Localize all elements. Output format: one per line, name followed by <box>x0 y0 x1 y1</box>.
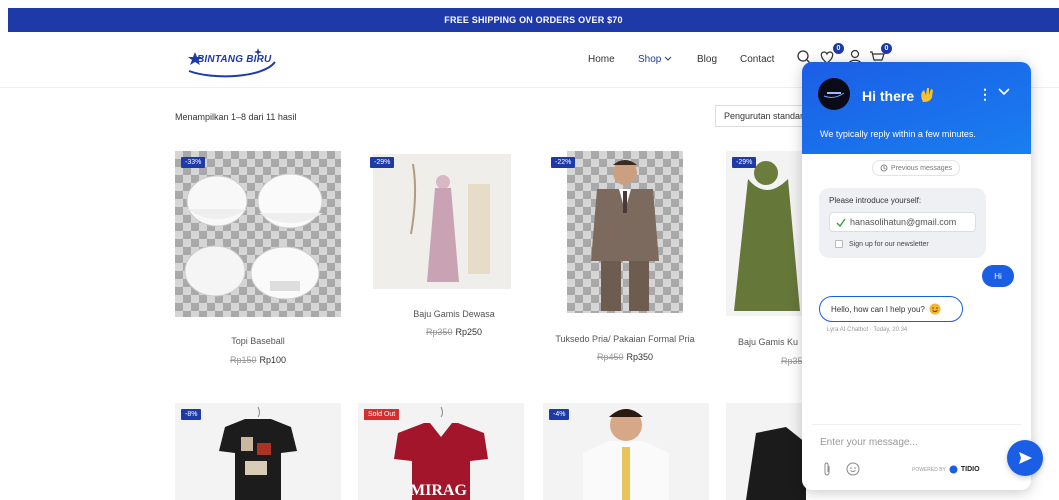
wishlist-count-badge: 0 <box>833 43 844 54</box>
discount-badge: -22% <box>551 157 576 168</box>
cart-count-badge: 0 <box>881 43 892 54</box>
minimize-chevron-icon[interactable] <box>998 88 1010 96</box>
product-name[interactable]: Baju Gamis Ku <box>738 337 798 347</box>
product-image[interactable] <box>726 151 804 316</box>
product-name[interactable]: Topi Baseball <box>175 336 341 346</box>
nav-shop-label: Shop <box>638 54 662 65</box>
bot-message-meta: Lyra AI Chatbot · Today, 20:34 <box>827 327 908 333</box>
old-price: Rp350 <box>425 327 453 337</box>
discount-badge: -29% <box>370 157 395 168</box>
product-card[interactable]: -33% Topi Baseball Rp150 Rp100 <box>175 151 341 371</box>
product-card[interactable]: Sold Out MIRAG <box>358 403 524 500</box>
bot-message-bubble: Hello, how can I help you? <box>819 296 963 322</box>
product-card[interactable]: -8% <box>175 403 341 500</box>
smile-emoji-icon <box>929 303 941 315</box>
powered-by[interactable]: POWERED BY TIDIO <box>912 465 980 474</box>
product-card[interactable]: -29% Baju Gamis Dewasa Rp350 Rp250 <box>364 151 524 351</box>
bot-message-text: Hello, how can I help you? <box>831 304 925 314</box>
sale-price: Rp250 <box>455 327 483 337</box>
message-input[interactable]: Enter your message... <box>820 437 918 448</box>
product-card[interactable]: -22% Tuksedo Pria/ Pakaian Formal Pria R… <box>545 151 715 366</box>
nav-shop[interactable]: Shop <box>638 54 672 65</box>
dark-garment-illustration <box>746 427 806 500</box>
chat-header: Hi there ⋮ We typically reply within a f… <box>802 62 1031 154</box>
emoji-icon[interactable] <box>846 462 860 476</box>
chat-avatar <box>818 78 850 110</box>
newsletter-option[interactable]: Sign up for our newsletter <box>835 240 929 248</box>
chevron-down-icon <box>664 56 672 61</box>
history-icon <box>880 164 888 172</box>
chat-title-text: Hi there <box>862 88 915 104</box>
sort-select[interactable]: Pengurutan standar <box>715 105 815 127</box>
gamis-kuning-illustration <box>734 161 800 311</box>
user-message-bubble: Hi <box>982 265 1014 287</box>
old-price: Rp35 <box>781 356 803 366</box>
caps-illustration <box>184 173 323 300</box>
product-image[interactable] <box>373 154 511 289</box>
chat-widget: Hi there ⋮ We typically reply within a f… <box>802 62 1031 490</box>
wave-hand-icon <box>921 88 934 102</box>
send-button[interactable] <box>1007 440 1043 476</box>
site-logo[interactable]: BINTANG BIRU <box>183 44 279 78</box>
gamis-illustration <box>373 154 511 289</box>
discount-badge: -29% <box>732 157 757 168</box>
old-price: Rp150 <box>229 355 257 365</box>
sale-price: Rp350 <box>626 352 654 362</box>
shipping-banner: FREE SHIPPING ON ORDERS OVER $70 <box>8 8 1059 32</box>
newsletter-label: Sign up for our newsletter <box>849 240 929 248</box>
powered-by-label: POWERED BY <box>912 466 946 473</box>
product-card[interactable] <box>726 403 806 500</box>
results-count: Menampilkan 1–8 dari 11 hasil <box>175 112 297 122</box>
discount-badge: -8% <box>181 409 202 420</box>
attachment-icon[interactable] <box>822 462 832 476</box>
old-price: Rp450 <box>596 352 624 362</box>
shirt-print-text: MIRAG <box>410 482 467 499</box>
chat-menu-button[interactable]: ⋮ <box>978 86 992 103</box>
chat-subtitle: We typically reply within a few minutes. <box>820 129 976 139</box>
nav-blog[interactable]: Blog <box>697 54 717 65</box>
chat-divider <box>812 424 1021 425</box>
sale-price: Rp100 <box>259 355 287 365</box>
product-price: Rp150 Rp100 <box>175 355 341 365</box>
nav-contact[interactable]: Contact <box>740 54 774 65</box>
sold-out-badge: Sold Out <box>364 409 400 420</box>
discount-badge: -4% <box>549 409 570 420</box>
product-price: Rp450 Rp350 <box>535 352 715 362</box>
product-card[interactable]: -4% <box>543 403 709 500</box>
email-value: hanasolihatun@gmail.com <box>850 217 957 227</box>
tidio-brand: TIDIO <box>960 466 980 473</box>
newsletter-checkbox[interactable] <box>835 240 843 248</box>
product-price: Rp350 Rp250 <box>364 327 544 337</box>
intro-form-card: Please introduce yourself: hanasolihatun… <box>819 188 986 258</box>
product-name[interactable]: Tuksedo Pria/ Pakaian Formal Pria <box>535 334 715 344</box>
page: FREE SHIPPING ON ORDERS OVER $70 BINTANG… <box>0 0 1059 500</box>
product-card[interactable]: -29% Baju Gamis Ku Rp35 <box>726 151 806 371</box>
previous-messages-label: Previous messages <box>890 164 953 172</box>
nav-home[interactable]: Home <box>588 54 615 65</box>
send-icon <box>1019 452 1032 464</box>
email-field[interactable]: hanasolihatun@gmail.com <box>829 212 976 232</box>
previous-messages-button[interactable]: Previous messages <box>872 160 960 176</box>
tidio-logo-icon <box>949 465 958 474</box>
intro-label: Please introduce yourself: <box>829 196 922 205</box>
logo-text: BINTANG BIRU <box>197 54 272 65</box>
top-strip <box>0 0 1059 8</box>
product-name[interactable]: Baju Gamis Dewasa <box>364 309 544 319</box>
product-image[interactable] <box>567 151 683 313</box>
product-image[interactable]: -33% <box>175 151 341 317</box>
brand-logo-icon <box>823 92 845 98</box>
tuxedo-illustration <box>591 160 659 311</box>
check-icon <box>836 218 846 227</box>
chat-title: Hi there <box>862 86 936 104</box>
discount-badge: -33% <box>181 157 206 168</box>
